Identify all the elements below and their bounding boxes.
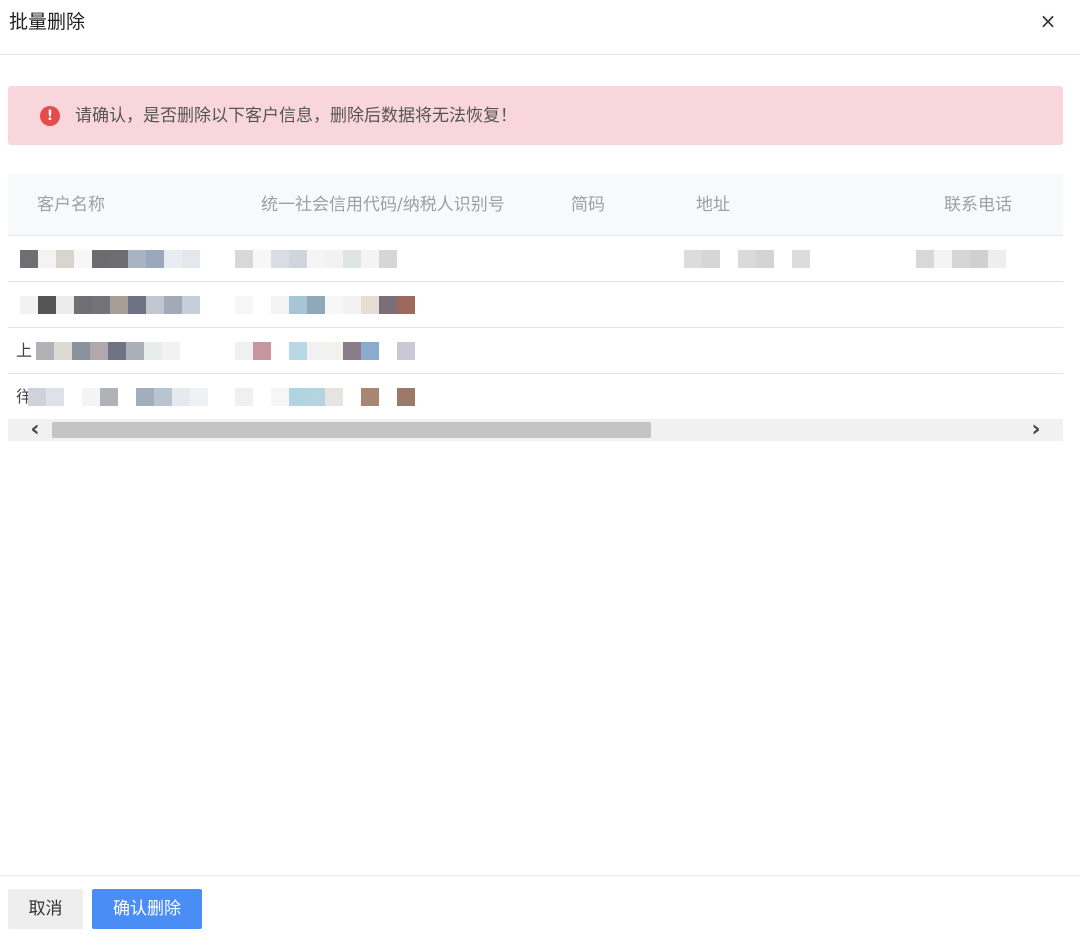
error-exclamation-icon: ! <box>40 106 60 126</box>
cell-short-code <box>563 374 683 420</box>
redacted-text <box>235 342 415 360</box>
confirm-delete-button[interactable]: 确认删除 <box>92 889 202 929</box>
cell-credit-code <box>233 374 563 420</box>
redacted-text <box>36 342 180 360</box>
cell-address <box>684 236 924 282</box>
cell-address <box>684 282 924 328</box>
redacted-text <box>916 250 1006 268</box>
column-header-phone: 联系电话 <box>944 195 1012 215</box>
close-icon[interactable]: × <box>1036 8 1060 34</box>
table-row[interactable]: 上 <box>8 328 1063 374</box>
redacted-text <box>235 388 415 406</box>
cell-address <box>684 328 924 374</box>
cell-credit-code <box>233 282 563 328</box>
customer-name-text: 上 <box>16 341 33 360</box>
redacted-text <box>20 250 200 268</box>
cell-customer-name: 上 <box>16 328 246 374</box>
cell-short-code <box>563 328 683 374</box>
redacted-text <box>235 250 397 268</box>
column-header-customer-name: 客户名称 <box>37 195 105 215</box>
cell-customer-name <box>16 236 246 282</box>
horizontal-scrollbar[interactable]: ‹ › <box>8 419 1063 441</box>
column-header-short-code: 简码 <box>571 195 605 215</box>
redacted-text <box>20 296 200 314</box>
cell-phone <box>916 328 1056 374</box>
scroll-left-icon[interactable]: ‹ <box>20 419 50 441</box>
dialog-title: 批量删除 <box>9 11 86 33</box>
redacted-text <box>235 296 415 314</box>
column-header-credit-code: 统一社会信用代码/纳税人识别号 <box>261 195 505 215</box>
scrollbar-thumb[interactable] <box>52 422 651 438</box>
table-row[interactable] <box>8 282 1063 328</box>
dialog-footer: 取消 确认删除 <box>0 875 1080 945</box>
cell-address <box>684 374 924 420</box>
cell-credit-code <box>233 328 563 374</box>
redacted-text <box>684 250 810 268</box>
cell-phone <box>916 282 1056 328</box>
column-header-address: 地址 <box>696 195 730 215</box>
scroll-right-icon[interactable]: › <box>1021 419 1051 441</box>
warning-alert: ! 请确认，是否删除以下客户信息，删除后数据将无法恢复！ <box>8 86 1063 145</box>
cell-phone <box>916 374 1056 420</box>
table-header: 客户名称 统一社会信用代码/纳税人识别号 简码 地址 联系电话 <box>8 174 1063 236</box>
cell-customer-name <box>16 282 246 328</box>
table-row[interactable]: 徉 <box>8 374 1063 420</box>
cancel-button[interactable]: 取消 <box>8 889 83 929</box>
cell-phone <box>916 236 1056 282</box>
cell-customer-name: 徉 <box>16 374 246 420</box>
batch-delete-dialog: 批量删除 × ! 请确认，是否删除以下客户信息，删除后数据将无法恢复！ 客户名称… <box>0 0 1080 945</box>
table-row[interactable] <box>8 236 1063 282</box>
redacted-text <box>28 388 208 406</box>
alert-message: 请确认，是否删除以下客户信息，删除后数据将无法恢复！ <box>75 106 517 126</box>
cell-short-code <box>563 236 683 282</box>
cell-short-code <box>563 282 683 328</box>
customer-table: 客户名称 统一社会信用代码/纳税人识别号 简码 地址 联系电话 上 徉 <box>8 174 1063 420</box>
cell-credit-code <box>233 236 563 282</box>
dialog-header: 批量删除 × <box>0 0 1080 55</box>
table-body: 上 徉 <box>8 236 1063 420</box>
